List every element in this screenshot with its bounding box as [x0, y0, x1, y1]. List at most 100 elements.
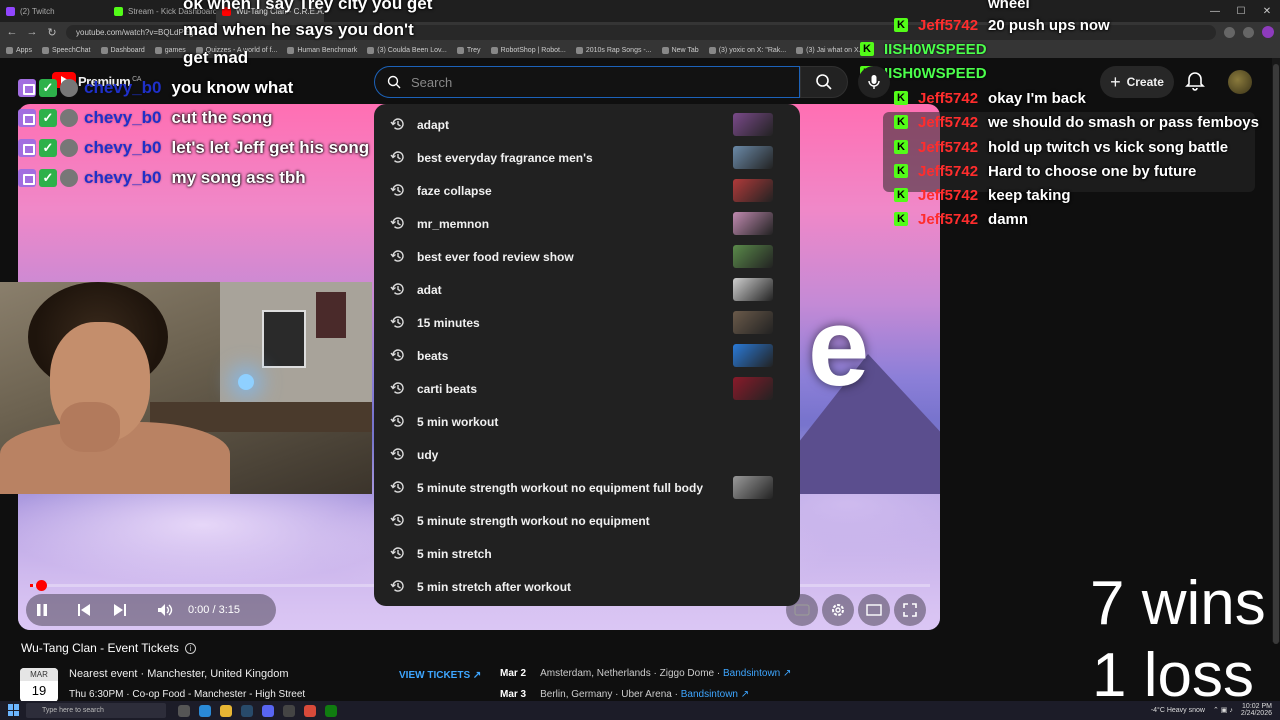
theater-mode-button[interactable]: [858, 594, 890, 626]
back-icon[interactable]: ←: [6, 26, 18, 38]
view-tickets-link[interactable]: VIEW TICKETS ↗: [399, 670, 481, 681]
chat-message: you know what: [171, 78, 294, 97]
search-suggestion[interactable]: udy: [374, 438, 800, 471]
chat-username: Jeff5742: [918, 186, 979, 204]
search-suggestion[interactable]: beats: [374, 339, 800, 372]
bookmark-item[interactable]: games: [154, 46, 186, 54]
search-suggestion[interactable]: best everyday fragrance men's: [374, 141, 800, 174]
bookmark-item[interactable]: Apps: [6, 46, 32, 54]
create-button[interactable]: + Create: [1100, 66, 1174, 98]
suggestion-thumbnail[interactable]: [733, 212, 773, 235]
search-suggestion[interactable]: mr_memnon: [374, 207, 800, 240]
history-icon: [390, 349, 404, 361]
minimize-icon[interactable]: —: [1202, 0, 1228, 22]
bookmark-item[interactable]: (3) Coulda Been Lov...: [367, 46, 447, 54]
suggestion-thumbnail[interactable]: [733, 377, 773, 400]
search-suggestion[interactable]: carti beats: [374, 372, 800, 405]
suggestion-thumbnail[interactable]: [733, 278, 773, 301]
chat-username: Jeff5742: [918, 162, 979, 180]
chat-badges: ✓: [18, 169, 78, 187]
bookmark-item[interactable]: (3) Jai what on X...: [796, 46, 865, 54]
reload-icon[interactable]: ↻: [46, 26, 58, 39]
extension-icon[interactable]: [1224, 26, 1235, 38]
suggestion-thumbnail[interactable]: [733, 113, 773, 136]
event-row: Mar 3 Berlin, Germany · Uber Arena · Band…: [500, 689, 749, 700]
tray-icons[interactable]: ⌃ ▣ ♪: [1213, 706, 1233, 714]
bookmark-item[interactable]: RobotShop | Robot...: [490, 46, 566, 54]
fullscreen-icon: [903, 603, 917, 617]
clock[interactable]: 10:02 PM 2/24/2026: [1241, 703, 1272, 717]
suggestion-thumbnail[interactable]: [733, 146, 773, 169]
suggestion-thumbnail[interactable]: [733, 245, 773, 268]
search-suggestion[interactable]: 5 min workout: [374, 405, 800, 438]
maximize-icon[interactable]: ☐: [1228, 0, 1254, 22]
chat-message: let's let Jeff get his song: [171, 138, 370, 157]
pause-button[interactable]: [32, 598, 52, 622]
page-scrollbar[interactable]: [1272, 58, 1280, 644]
previous-button[interactable]: [74, 598, 94, 622]
obs-icon[interactable]: [283, 704, 295, 717]
windows-start-icon[interactable]: [8, 704, 20, 716]
info-icon[interactable]: i: [184, 642, 196, 654]
chat-badges: ✓: [18, 139, 78, 157]
webcam-poster: [262, 310, 306, 368]
profile-icon[interactable]: [1262, 26, 1274, 38]
history-icon: [390, 151, 404, 163]
bookmark-item[interactable]: SpeechChat: [41, 46, 91, 54]
search-suggestion[interactable]: 5 min stretch after workout: [374, 570, 800, 603]
search-suggestion[interactable]: best ever food review show: [374, 240, 800, 273]
bookmark-item[interactable]: Dashboard: [100, 46, 145, 54]
bandsintown-link[interactable]: Bandsintown ↗: [681, 689, 749, 700]
nearest-event: Nearest event · Manchester, United Kingd…: [69, 668, 289, 680]
edge-icon[interactable]: [199, 704, 211, 717]
bookmark-item[interactable]: Trey: [456, 46, 481, 54]
bookmark-item[interactable]: (3) yoxic on X: "Rak...: [708, 46, 786, 54]
bookmark-star-icon[interactable]: [1243, 26, 1254, 38]
close-icon[interactable]: ✕: [1254, 0, 1280, 22]
nearest-event-detail: Thu 6:30PM · Co-op Food - Manchester - H…: [69, 689, 306, 700]
settings-button[interactable]: [822, 594, 854, 626]
account-avatar[interactable]: [1228, 70, 1252, 94]
scrollbar-thumb[interactable]: [1273, 64, 1279, 644]
search-suggestion[interactable]: 5 minute strength workout no equipment: [374, 504, 800, 537]
next-button[interactable]: [110, 598, 130, 622]
search-suggestion[interactable]: adat: [374, 273, 800, 306]
discord-icon[interactable]: [262, 704, 274, 717]
suggestion-thumbnail[interactable]: [733, 179, 773, 202]
bookmark-item[interactable]: Human Benchmark: [287, 46, 357, 54]
search-input[interactable]: [411, 74, 771, 90]
search-suggestion[interactable]: 5 min stretch: [374, 537, 800, 570]
bandsintown-link[interactable]: Bandsintown ↗: [723, 668, 791, 679]
search-suggestion[interactable]: faze collapse: [374, 174, 800, 207]
bookmark-icon: [796, 46, 804, 54]
notifications-bell-icon[interactable]: [1184, 70, 1206, 92]
task-view-icon[interactable]: [178, 704, 190, 717]
suggestion-text: 15 minutes: [417, 315, 480, 330]
suggestion-thumbnail[interactable]: [733, 344, 773, 367]
browser-tab-twitch[interactable]: (2) Twitch: [0, 0, 108, 22]
volume-button[interactable]: [154, 598, 176, 622]
weather-label[interactable]: -4°C Heavy snow: [1151, 707, 1205, 714]
search-suggestion[interactable]: 15 minutes: [374, 306, 800, 339]
search-button[interactable]: [800, 66, 848, 98]
taskbar-search-field[interactable]: Type here to search: [26, 703, 166, 718]
bookmark-item[interactable]: 2010s Rap Songs -...: [575, 46, 652, 54]
forward-icon[interactable]: →: [26, 26, 38, 38]
search-suggestion[interactable]: adapt: [374, 108, 800, 141]
bookmark-item[interactable]: New Tab: [661, 46, 699, 54]
xbox-icon[interactable]: [325, 704, 337, 717]
chrome-active-icon[interactable]: [304, 704, 316, 717]
voice-search-button[interactable]: [858, 66, 890, 98]
scrubber-handle[interactable]: [36, 580, 47, 591]
chat-message: my song ass tbh: [171, 168, 306, 187]
chat-row: ✓ chevy_b0 let's let Jeff get his song: [18, 137, 369, 159]
steam-icon[interactable]: [241, 704, 253, 717]
bookmark-icon: [100, 46, 108, 54]
suggestion-thumbnail[interactable]: [733, 476, 773, 499]
suggestion-thumbnail[interactable]: [733, 311, 773, 334]
chrome-icon[interactable]: [220, 704, 232, 717]
search-suggestion[interactable]: 5 minute strength workout no equipment f…: [374, 471, 800, 504]
fullscreen-button[interactable]: [894, 594, 926, 626]
history-icon: [390, 283, 404, 295]
taskbar-apps: [178, 704, 337, 717]
